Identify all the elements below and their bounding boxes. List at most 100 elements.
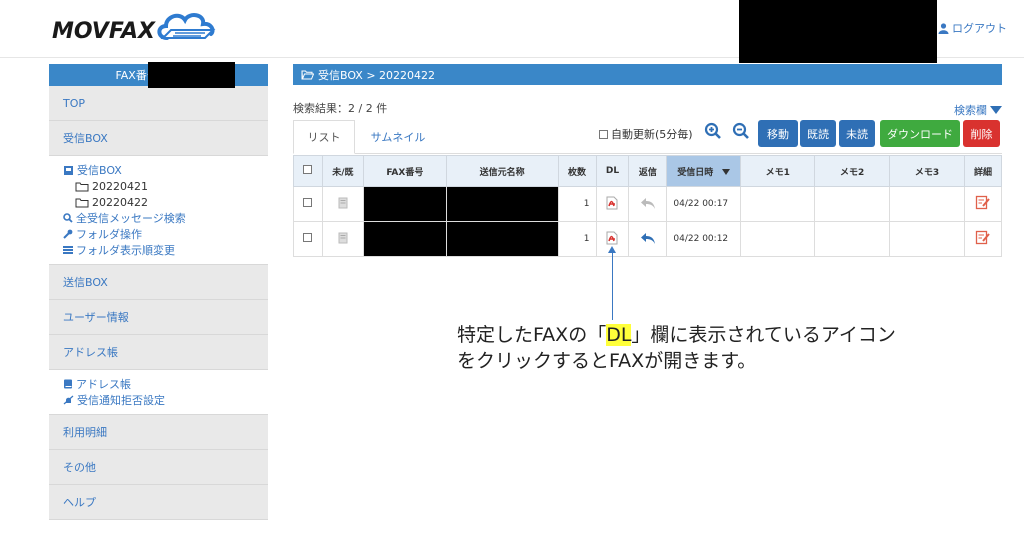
move-button[interactable]: 移動 (758, 120, 798, 147)
search-toggle-label: 検索欄 (954, 104, 987, 117)
reject-settings-link[interactable]: 受信通知拒否設定 (63, 392, 268, 408)
no-bell-icon (63, 395, 74, 405)
reply-cell[interactable] (628, 221, 668, 257)
col-fax-number[interactable]: FAX番号 (362, 155, 447, 187)
search-all-link[interactable]: 全受信メッセージ検索 (63, 210, 268, 226)
col-dl: DL (595, 155, 630, 187)
book-icon (64, 379, 72, 389)
col-memo1[interactable]: メモ1 (740, 155, 816, 187)
sidebar-item-address-book[interactable]: アドレス帳 (49, 335, 268, 370)
table-row[interactable]: 1 04/22 00:17 (293, 186, 1003, 222)
received-cell: 04/22 00:12 (666, 221, 742, 257)
sidebar-item-other[interactable]: その他 (49, 450, 268, 485)
reply-cell[interactable] (628, 186, 668, 222)
annotation-line-2: をクリックするとFAXが開きます。 (457, 350, 757, 372)
delete-button[interactable]: 削除 (963, 120, 1000, 147)
select-all-header[interactable] (293, 155, 323, 187)
memo2-cell[interactable] (814, 221, 891, 257)
sidebar-item-usage[interactable]: 利用明細 (49, 415, 268, 450)
inbox-submenu: 受信BOX 20220421 20220422 全受信メッセージ検索 フォルダ操… (49, 156, 268, 265)
row-checkbox[interactable] (303, 233, 313, 242)
col-read-status[interactable]: 未/既 (321, 155, 364, 187)
breadcrumb: 受信BOX > 20220422 (293, 64, 1002, 85)
folder-label: 20220421 (92, 179, 148, 193)
folder-ops-label: フォルダ操作 (76, 228, 142, 241)
edit-detail-icon[interactable] (975, 195, 991, 210)
address-book-link[interactable]: アドレス帳 (63, 376, 268, 392)
fax-status-icon (338, 232, 348, 243)
unread-button[interactable]: 未読 (839, 120, 875, 147)
row-select-cell[interactable] (293, 221, 323, 257)
fax-table: 未/既 FAX番号 送信元名称 枚数 DL 返信 受信日時 メモ1 メモ2 メモ… (293, 155, 1003, 257)
col-memo3[interactable]: メモ3 (889, 155, 965, 187)
zoom-in-icon[interactable] (704, 122, 722, 140)
col-received-label: 受信日時 (677, 167, 714, 178)
folder-order-label: フォルダ表示順変更 (76, 244, 175, 257)
search-all-label: 全受信メッセージ検索 (76, 212, 186, 225)
folder-label: 20220422 (92, 195, 148, 209)
annotation-line-1: 特定したFAXの「DL」欄に表示されているアイコン (457, 322, 896, 348)
table-header-row: 未/既 FAX番号 送信元名称 枚数 DL 返信 受信日時 メモ1 メモ2 メモ… (293, 155, 1003, 187)
sidebar-item-top[interactable]: TOP (49, 86, 268, 121)
logo-text: MOVFAX (52, 18, 156, 44)
tree-inbox-root[interactable]: 受信BOX (63, 162, 268, 178)
reply-icon[interactable] (640, 196, 656, 210)
auto-refresh-checkbox[interactable] (599, 129, 608, 139)
download-button[interactable]: ダウンロード (880, 120, 960, 147)
sender-name-cell (445, 221, 559, 257)
annotation-pointer-line (612, 250, 613, 320)
logout-link[interactable]: ログアウト (938, 20, 1007, 36)
folder-icon (75, 182, 89, 191)
dl-cell[interactable] (595, 186, 630, 222)
memo1-cell[interactable] (740, 221, 816, 257)
reply-icon[interactable] (640, 231, 656, 245)
annotation-pre: 特定したFAXの「 (457, 324, 607, 346)
col-sender-name[interactable]: 送信元名称 (445, 155, 559, 187)
read-button[interactable]: 既読 (800, 120, 836, 147)
received-cell: 04/22 00:17 (666, 186, 742, 222)
sidebar: FAX番号: TOP 受信BOX 受信BOX 20220421 20220422… (49, 62, 268, 534)
breadcrumb-text: 受信BOX > 20220422 (318, 68, 436, 82)
tab-list[interactable]: リスト (293, 120, 355, 154)
detail-cell[interactable] (963, 186, 1003, 222)
auto-refresh-label: 自動更新(5分毎) (611, 128, 693, 141)
zoom-out-icon[interactable] (732, 122, 750, 140)
redacted-fax-number (148, 62, 235, 88)
table-row[interactable]: 1 04/22 00:12 (293, 221, 1003, 257)
user-icon (938, 22, 949, 34)
tree-inbox-label: 受信BOX (77, 164, 122, 177)
sidebar-item-help[interactable]: ヘルプ (49, 485, 268, 520)
col-memo2[interactable]: メモ2 (814, 155, 891, 187)
annotation-callout: 特定したFAXの「DL」欄に表示されているアイコン をクリックするとFAXが開き… (457, 322, 896, 374)
wrench-icon (63, 229, 73, 239)
tree-folder-20220422[interactable]: 20220422 (63, 194, 268, 210)
tree-folder-20220421[interactable]: 20220421 (63, 178, 268, 194)
detail-cell[interactable] (963, 221, 1003, 257)
memo1-cell[interactable] (740, 186, 816, 222)
edit-detail-icon[interactable] (975, 230, 991, 245)
memo3-cell[interactable] (889, 186, 965, 222)
annotation-highlight-dl: DL (606, 324, 632, 346)
auto-refresh-toggle[interactable]: 自動更新(5分毎) (599, 126, 693, 142)
row-select-cell[interactable] (293, 186, 323, 222)
sort-desc-icon (722, 168, 731, 175)
col-received[interactable]: 受信日時 (666, 155, 742, 187)
sidebar-item-user-info[interactable]: ユーザー情報 (49, 300, 268, 335)
address-book-label: アドレス帳 (76, 378, 131, 391)
address-submenu: アドレス帳 受信通知拒否設定 (49, 370, 268, 415)
select-all-checkbox[interactable] (303, 165, 313, 174)
pdf-download-icon[interactable] (605, 196, 619, 210)
col-pages[interactable]: 枚数 (557, 155, 597, 187)
sidebar-item-outbox[interactable]: 送信BOX (49, 265, 268, 300)
pdf-download-icon[interactable] (605, 231, 619, 245)
folder-ops-link[interactable]: フォルダ操作 (63, 226, 268, 242)
folder-order-link[interactable]: フォルダ表示順変更 (63, 242, 268, 258)
row-checkbox[interactable] (303, 198, 313, 207)
movfax-logo[interactable]: MOVFAX (52, 13, 227, 44)
memo3-cell[interactable] (889, 221, 965, 257)
reject-settings-label: 受信通知拒否設定 (77, 394, 165, 407)
search-panel-toggle[interactable]: 検索欄 (954, 102, 1002, 118)
sidebar-item-inbox[interactable]: 受信BOX (49, 121, 268, 156)
memo2-cell[interactable] (814, 186, 891, 222)
tab-thumbnail[interactable]: サムネイル (359, 120, 437, 154)
